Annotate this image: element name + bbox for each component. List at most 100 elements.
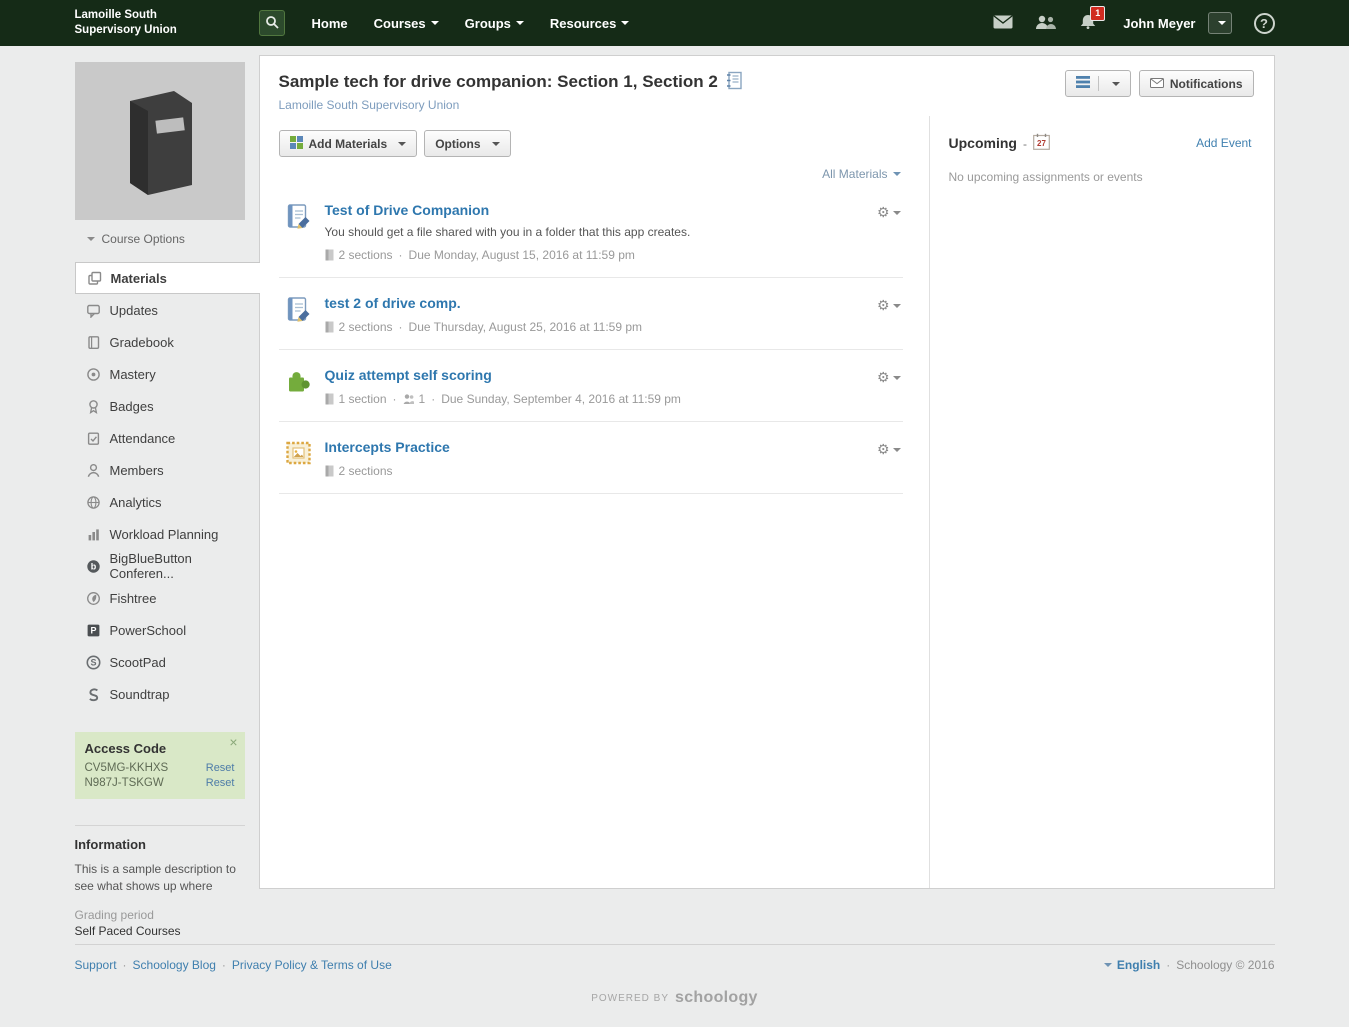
primary-nav: Home Courses Groups Resources bbox=[299, 0, 643, 46]
sidebar-item-attendance[interactable]: Attendance bbox=[75, 422, 259, 454]
sidebar-item-mastery[interactable]: Mastery bbox=[75, 358, 259, 390]
user-dropdown-button[interactable] bbox=[1207, 12, 1232, 34]
sidebar-item-badges[interactable]: Badges bbox=[75, 390, 259, 422]
search-button[interactable] bbox=[258, 10, 285, 36]
brand-line2: Supervisory Union bbox=[74, 24, 177, 36]
school-breadcrumb-link[interactable]: Lamoille South Supervisory Union bbox=[279, 98, 460, 112]
sidebar-item-workload-planning[interactable]: Workload Planning bbox=[75, 518, 259, 550]
access-code-row: N987J-TSKGW Reset bbox=[85, 777, 235, 789]
powered-by-label: POWERED BY bbox=[591, 992, 670, 1004]
add-event-link[interactable]: Add Event bbox=[1196, 136, 1251, 150]
svg-text:27: 27 bbox=[1037, 139, 1046, 148]
sections-count: 2 sections bbox=[338, 248, 393, 262]
nav-resources[interactable]: Resources bbox=[537, 0, 642, 46]
sections-count: 2 sections bbox=[338, 320, 393, 334]
nav-groups[interactable]: Groups bbox=[452, 0, 537, 46]
due-date: Due Sunday, September 4, 2016 at 11:59 p… bbox=[441, 392, 681, 406]
material-meta: 2 sections Due Monday, August 15, 2016 a… bbox=[325, 248, 877, 262]
chevron-down-icon bbox=[491, 141, 500, 146]
footer-link-privacy[interactable]: Privacy Policy & Terms of Use bbox=[232, 958, 392, 972]
svg-text:P: P bbox=[90, 625, 96, 635]
row-actions-button[interactable] bbox=[877, 367, 901, 385]
page-footer: Support Schoology Blog Privacy Policy & … bbox=[0, 944, 1349, 1027]
messages-button[interactable] bbox=[993, 14, 1013, 32]
material-description: You should get a file shared with you in… bbox=[324, 225, 691, 239]
row-actions-button[interactable] bbox=[877, 295, 901, 313]
sidebar-item-analytics[interactable]: Analytics bbox=[75, 486, 259, 518]
people-count: 1 bbox=[418, 392, 426, 406]
sections-icon bbox=[325, 465, 334, 477]
close-icon[interactable]: × bbox=[229, 735, 237, 749]
school-brand-link[interactable]: Lamoille South Supervisory Union bbox=[75, 8, 259, 38]
material-row: test 2 of drive comp. 2 sections Due Thu… bbox=[278, 278, 903, 350]
calendar-icon[interactable]: 27 bbox=[1033, 133, 1050, 153]
reset-code-link[interactable]: Reset bbox=[206, 762, 235, 774]
add-materials-button[interactable]: Add Materials bbox=[278, 130, 418, 157]
material-meta: 2 sections bbox=[325, 464, 877, 478]
due-date: Due Thursday, August 25, 2016 at 11:59 p… bbox=[408, 320, 643, 334]
row-actions-button[interactable] bbox=[877, 202, 901, 220]
notifications-button[interactable]: Notifications bbox=[1138, 70, 1254, 97]
user-menu-link[interactable]: John Meyer bbox=[1123, 16, 1195, 31]
gradebook-icon bbox=[86, 335, 101, 350]
sidebar-item-members[interactable]: Members bbox=[75, 454, 259, 486]
sidebar-item-gradebook[interactable]: Gradebook bbox=[75, 326, 259, 358]
sections-icon bbox=[325, 321, 334, 333]
copyright-text: Schoology © 2016 bbox=[1176, 958, 1275, 972]
sidebar-item-powerschool[interactable]: P PowerSchool bbox=[75, 614, 259, 646]
course-main-panel: Sample tech for drive companion: Section… bbox=[258, 55, 1275, 889]
chevron-down-icon bbox=[621, 21, 630, 25]
materials-icon bbox=[87, 271, 102, 286]
book-icon bbox=[129, 91, 192, 195]
bigbluebutton-icon: b bbox=[86, 559, 101, 574]
envelope-icon bbox=[993, 14, 1013, 32]
information-title: Information bbox=[74, 837, 147, 852]
assignment-icon[interactable] bbox=[285, 203, 312, 233]
access-code-title: Access Code bbox=[84, 741, 167, 756]
search-icon bbox=[265, 15, 279, 32]
material-title-link[interactable]: Intercepts Practice bbox=[325, 439, 450, 455]
sidebar-item-fishtree[interactable]: Fishtree bbox=[75, 582, 259, 614]
language-selector[interactable]: English bbox=[1117, 958, 1160, 972]
footer-link-blog[interactable]: Schoology Blog bbox=[133, 958, 216, 972]
chevron-down-icon bbox=[892, 447, 901, 452]
layout-toggle-button[interactable] bbox=[1064, 70, 1131, 97]
help-icon[interactable] bbox=[1253, 12, 1275, 34]
sidebar-item-scootpad[interactable]: S ScootPad bbox=[75, 646, 259, 678]
notifications-bell-button[interactable]: 1 bbox=[1079, 6, 1106, 32]
reset-code-link[interactable]: Reset bbox=[206, 777, 235, 789]
svg-text:S: S bbox=[90, 657, 96, 667]
due-date: Due Monday, August 15, 2016 at 11:59 pm bbox=[408, 248, 635, 262]
material-meta: 1 section 1 Due Sunday, September 4, 201… bbox=[325, 392, 877, 406]
top-navbar: Lamoille South Supervisory Union Home Co… bbox=[0, 0, 1349, 46]
material-title-link[interactable]: Test of Drive Companion bbox=[325, 202, 490, 218]
materials-filter-dropdown[interactable]: All Materials bbox=[822, 167, 901, 181]
nav-home[interactable]: Home bbox=[299, 0, 361, 46]
course-notebook-icon bbox=[726, 71, 743, 93]
sidebar-item-materials[interactable]: Materials bbox=[74, 262, 260, 294]
chevron-down-icon bbox=[86, 237, 95, 241]
connections-button[interactable] bbox=[1035, 15, 1057, 32]
sidebar-item-soundtrap[interactable]: Soundtrap bbox=[75, 678, 259, 710]
media-album-icon[interactable] bbox=[285, 440, 312, 469]
external-tool-puzzle-icon[interactable] bbox=[285, 368, 312, 398]
people-icon bbox=[403, 394, 414, 404]
access-code-row: CV5MG-KKHXS Reset bbox=[85, 762, 235, 774]
sidebar-item-bigbluebutton[interactable]: b BigBlueButton Conferen... bbox=[75, 550, 259, 582]
sidebar-item-updates[interactable]: Updates bbox=[75, 294, 259, 326]
chevron-down-icon bbox=[892, 210, 901, 215]
globe-icon bbox=[86, 495, 101, 510]
options-button[interactable]: Options bbox=[424, 130, 511, 157]
materials-toolbar: Add Materials Options bbox=[278, 130, 903, 157]
course-options-button[interactable]: Course Options bbox=[86, 232, 259, 246]
row-actions-button[interactable] bbox=[877, 439, 901, 457]
bar-chart-icon bbox=[86, 527, 101, 542]
material-title-link[interactable]: test 2 of drive comp. bbox=[325, 295, 461, 311]
course-header: Sample tech for drive companion: Section… bbox=[260, 56, 1274, 116]
footer-link-support[interactable]: Support bbox=[75, 958, 117, 972]
material-title-link[interactable]: Quiz attempt self scoring bbox=[325, 367, 492, 383]
brand-line1: Lamoille South bbox=[74, 9, 157, 22]
assignment-icon[interactable] bbox=[285, 296, 312, 326]
nav-courses[interactable]: Courses bbox=[361, 0, 452, 46]
gear-icon bbox=[877, 298, 890, 313]
